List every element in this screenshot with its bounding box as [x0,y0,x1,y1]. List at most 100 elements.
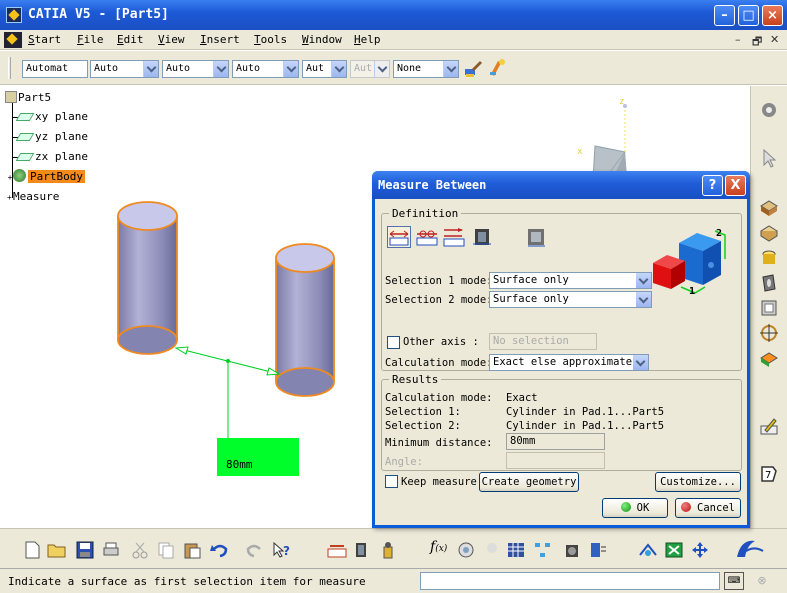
selection-1-mode-combo[interactable]: Surface only [489,272,652,289]
power-input-button[interactable]: ⌨ [724,572,744,590]
constraint-icon[interactable]: 7 [759,463,779,483]
formula-icon[interactable]: f(x) [430,539,447,555]
menu-file[interactable]: File [77,33,104,46]
chevron-down-icon [213,61,228,77]
open-folder-icon[interactable] [47,541,67,559]
menu-window[interactable]: Window [302,33,342,46]
compass-x-label: x [577,147,583,157]
measure-between-icon[interactable] [327,541,347,559]
tree-node-xy-plane[interactable]: xy plane [15,109,88,125]
cancel-button[interactable]: Cancel [675,498,741,518]
measure-value-label[interactable]: 80mm [217,438,299,476]
whats-this-icon[interactable]: ? [272,541,292,559]
knowledge-advisor-icon[interactable] [456,541,476,559]
measure-cube-illustration [653,230,726,294]
keep-measure-label: Keep measure [401,476,477,488]
bulb-icon[interactable] [482,541,502,559]
tree-node-partbody[interactable]: + PartBody [7,169,85,185]
ok-button[interactable]: OK [602,498,668,518]
pocket-icon[interactable] [759,223,779,243]
undo-icon[interactable] [210,541,230,559]
select-arrow-icon[interactable] [759,148,779,168]
menu-insert[interactable]: Insert [200,33,240,46]
print-icon[interactable] [101,541,121,559]
doc-minimize-button[interactable]: – [735,33,741,46]
other-axis-checkbox[interactable] [387,336,400,349]
gear-icon[interactable] [759,100,779,120]
selection-2-mode-combo[interactable]: Surface only [489,291,652,308]
tree-node-yz-plane[interactable]: yz plane [15,129,88,145]
shell-icon[interactable] [759,298,779,318]
hole-icon[interactable] [759,273,779,293]
title-bar: CATIA V5 - [Part5] – □ × [0,0,787,30]
status-message: Indicate a surface as first selection it… [8,575,366,588]
close-button[interactable]: × [762,5,783,26]
minimize-button[interactable]: – [714,5,735,26]
measure-item-mode-icon[interactable] [470,226,494,248]
part-icon [5,91,17,103]
layer-combo[interactable]: None [393,60,459,78]
keep-measure-checkbox[interactable] [385,475,398,488]
cylinder-2[interactable] [275,243,335,397]
properties-brush-icon[interactable] [488,57,508,77]
tree-node-measure[interactable]: +Measure [7,189,59,205]
chevron-down-icon [331,61,346,77]
fit-all-icon[interactable] [664,541,684,559]
calculation-mode-combo[interactable]: Exact else approximate [489,354,649,371]
expand-icon[interactable]: + [7,170,13,186]
measure-between-mode-icon[interactable] [387,226,411,248]
command-input[interactable] [420,572,720,590]
menu-view[interactable]: View [158,33,185,46]
dialog-help-button[interactable]: ? [702,175,723,196]
menu-help[interactable]: Help [354,33,381,46]
pan-icon[interactable] [690,541,710,559]
toolbar-grip[interactable] [8,57,11,79]
transparency-combo[interactable]: Auto [90,60,159,78]
line-thickness-combo[interactable]: Auto [162,60,229,78]
dialog-title-bar[interactable]: Measure Between ? X [372,171,750,199]
measure-item-icon[interactable] [352,541,372,559]
menu-bar: Start File Edit View Insert Tools Window… [0,30,787,50]
copy-icon[interactable] [156,541,176,559]
tree-node-part[interactable]: Part5 [5,90,51,106]
macro-icon[interactable] [588,541,608,559]
measure-chain-mode-icon[interactable] [415,226,439,248]
redo-icon[interactable] [244,541,264,559]
tree-node-zx-plane[interactable]: zx plane [15,149,88,165]
line-type-combo[interactable]: Auto [232,60,299,78]
menu-edit[interactable]: Edit [117,33,144,46]
measure-customize-icon[interactable] [525,226,549,248]
cut-icon[interactable] [130,541,150,559]
target-icon[interactable] [759,323,779,343]
save-icon[interactable] [75,541,95,559]
cylinder-1[interactable] [117,201,178,355]
thickness-icon[interactable] [759,348,779,368]
measure-inertia-icon[interactable] [378,541,398,559]
painter-icon[interactable] [463,59,483,79]
stop-icon: ⊗ [757,574,767,587]
point-symbol-combo[interactable]: Aut [302,60,347,78]
customize-button[interactable]: Customize... [655,472,741,492]
catalog-icon[interactable] [562,541,582,559]
bottom-toolbar: ? f(x) [0,528,787,568]
ok-icon [620,502,631,512]
color-combo[interactable]: Automat [22,60,88,78]
pad-icon[interactable] [759,198,779,218]
create-geometry-button[interactable]: Create geometry [479,472,579,492]
doc-close-button[interactable]: ✕ [770,33,779,46]
paste-icon[interactable] [182,541,202,559]
new-file-icon[interactable] [22,541,42,559]
dialog-close-button[interactable]: X [725,175,746,196]
tree-graph-icon[interactable] [533,541,553,559]
fly-mode-icon[interactable] [638,541,658,559]
result-selection-2-value: Cylinder in Pad.1...Part5 [506,420,665,432]
measure-fan-mode-icon[interactable] [442,226,466,248]
shaft-icon[interactable] [759,248,779,268]
sketch-icon[interactable] [759,416,779,436]
menu-start[interactable]: Start [28,33,61,46]
table-icon[interactable] [506,541,526,559]
maximize-button[interactable]: □ [738,5,759,26]
chevron-down-icon [636,292,651,307]
menu-tools[interactable]: Tools [254,33,287,46]
doc-restore-button[interactable]: 🗗 [752,33,762,52]
